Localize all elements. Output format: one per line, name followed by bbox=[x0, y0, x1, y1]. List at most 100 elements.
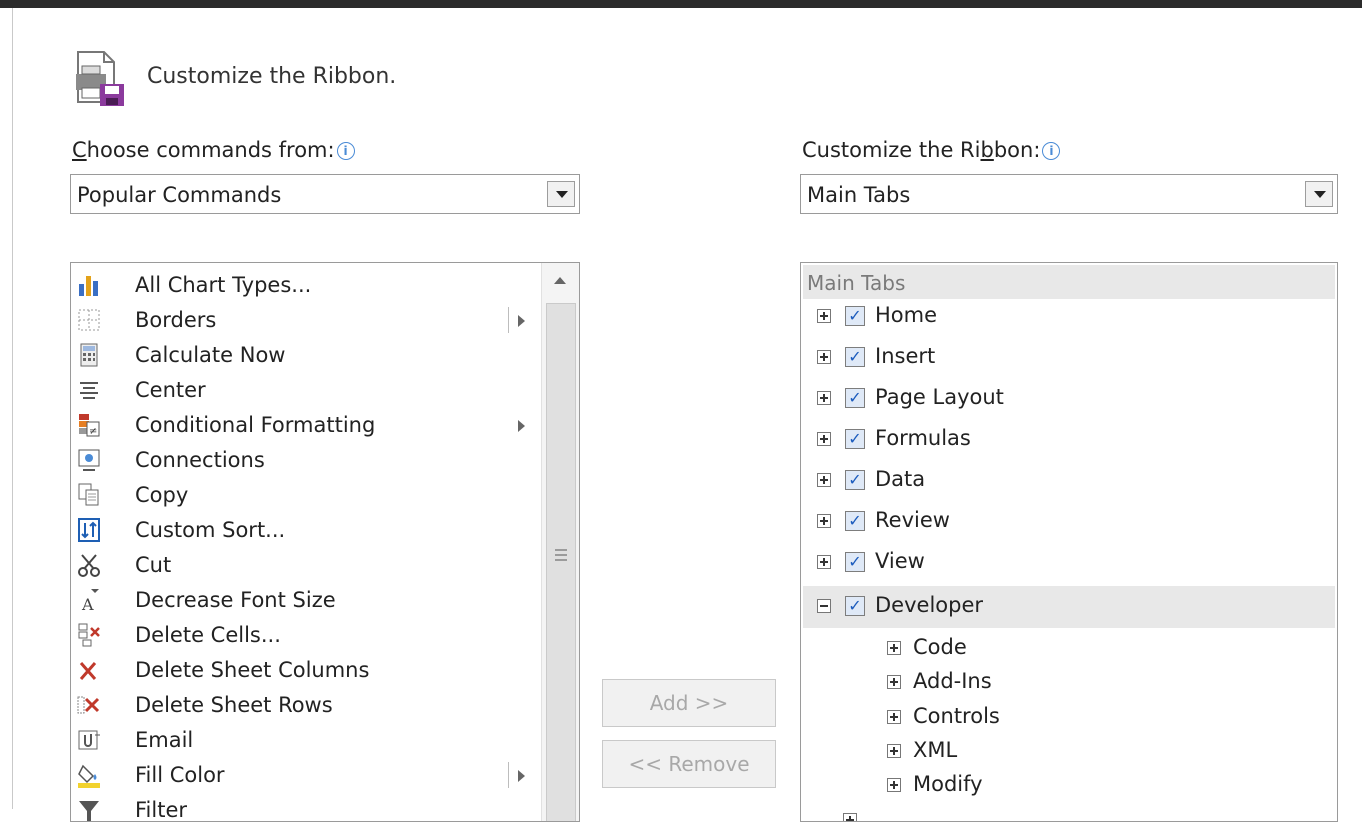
list-item[interactable]: Connections bbox=[73, 443, 541, 477]
choose-commands-dropdown[interactable]: Popular Commands bbox=[70, 174, 580, 214]
list-item-label: Custom Sort... bbox=[135, 518, 286, 542]
list-item-label: Conditional Formatting bbox=[135, 413, 376, 437]
list-item[interactable]: Center bbox=[73, 373, 541, 407]
commands-list[interactable]: All Chart Types... Borders Calculate Now… bbox=[70, 262, 580, 822]
tree-group-header: Main Tabs bbox=[803, 265, 1335, 299]
tree-item-developer[interactable]: ✓ Developer bbox=[803, 586, 1335, 628]
list-item-label: Calculate Now bbox=[135, 343, 286, 367]
delete-rows-icon bbox=[77, 696, 100, 714]
tree-subitem-controls[interactable]: Controls bbox=[803, 700, 1335, 738]
tree-item-insert[interactable]: ✓ Insert bbox=[803, 340, 1335, 378]
list-item-label: Filter bbox=[135, 798, 188, 822]
tree-item-formulas[interactable]: ✓ Formulas bbox=[803, 422, 1335, 460]
expand-plus-icon[interactable] bbox=[817, 391, 831, 405]
collapse-minus-icon[interactable] bbox=[817, 599, 831, 613]
commands-scrollbar[interactable] bbox=[541, 263, 579, 821]
dropdown-arrow-icon[interactable] bbox=[547, 181, 575, 207]
list-item[interactable]: ≠ Conditional Formatting bbox=[73, 408, 541, 442]
home-checkbox[interactable]: ✓ bbox=[845, 306, 865, 326]
fill-color-icon bbox=[78, 764, 100, 788]
delete-cells-icon bbox=[78, 623, 100, 647]
scroll-up-arrow-icon[interactable] bbox=[554, 277, 566, 284]
expand-plus-icon[interactable] bbox=[887, 744, 901, 758]
expand-plus-icon[interactable] bbox=[817, 432, 831, 446]
list-item-label: Center bbox=[135, 378, 206, 402]
list-item[interactable]: Filter bbox=[73, 793, 541, 822]
email-icon bbox=[78, 730, 100, 750]
page-layout-checkbox[interactable]: ✓ bbox=[845, 388, 865, 408]
info-icon[interactable]: i bbox=[336, 142, 355, 160]
filter-icon bbox=[79, 801, 99, 821]
list-item[interactable]: Email bbox=[73, 723, 541, 757]
ribbon-tabs-tree[interactable]: Main Tabs ✓ Home ✓ Insert ✓ Page Layout … bbox=[800, 262, 1338, 822]
tree-subitem-xml[interactable]: XML bbox=[803, 734, 1335, 772]
remove-button[interactable]: << Remove bbox=[602, 740, 776, 788]
tree-subitem-add-ins[interactable]: Add-Ins bbox=[803, 665, 1335, 703]
dropdown-arrow-icon[interactable] bbox=[1305, 181, 1333, 207]
submenu-arrow-icon[interactable] bbox=[518, 770, 525, 782]
submenu-arrow-icon[interactable] bbox=[518, 420, 525, 432]
list-item[interactable]: Custom Sort... bbox=[73, 513, 541, 547]
list-item-label: Copy bbox=[135, 483, 189, 507]
data-checkbox[interactable]: ✓ bbox=[845, 470, 865, 490]
list-item-label: Delete Sheet Columns bbox=[135, 658, 370, 682]
choose-commands-value: Popular Commands bbox=[77, 183, 282, 207]
list-item-label: Fill Color bbox=[135, 763, 225, 787]
calculator-icon bbox=[80, 343, 98, 367]
list-item-label: Decrease Font Size bbox=[135, 588, 336, 612]
list-item[interactable]: Delete Sheet Columns bbox=[73, 653, 541, 687]
panel-left-edge bbox=[12, 8, 13, 809]
copy-icon bbox=[78, 483, 99, 506]
list-item[interactable]: Cut bbox=[73, 548, 541, 582]
customize-ribbon-dropdown[interactable]: Main Tabs bbox=[800, 174, 1338, 214]
view-checkbox[interactable]: ✓ bbox=[845, 552, 865, 572]
sort-icon bbox=[78, 518, 100, 542]
list-item[interactable]: Delete Sheet Rows bbox=[73, 688, 541, 722]
list-item-label: Delete Cells... bbox=[135, 623, 281, 647]
review-checkbox[interactable]: ✓ bbox=[845, 511, 865, 531]
expand-plus-icon[interactable] bbox=[887, 641, 901, 655]
add-button[interactable]: Add >> bbox=[602, 679, 776, 727]
chart-icon bbox=[79, 276, 98, 296]
delete-columns-icon bbox=[79, 662, 97, 680]
tree-item-data[interactable]: ✓ Data bbox=[803, 463, 1335, 501]
tree-subitem-code[interactable]: Code bbox=[803, 631, 1335, 669]
expand-plus-icon[interactable] bbox=[887, 710, 901, 724]
tree-item-view[interactable]: ✓ View bbox=[803, 545, 1335, 583]
expand-plus-icon[interactable] bbox=[887, 675, 901, 689]
svg-text:≠: ≠ bbox=[89, 426, 97, 437]
scroll-thumb[interactable] bbox=[546, 303, 576, 821]
info-icon[interactable]: i bbox=[1042, 142, 1061, 160]
customize-ribbon-label: Customize the Ribbon: i bbox=[802, 138, 1061, 162]
expand-plus-icon[interactable] bbox=[817, 555, 831, 569]
tree-item-page-layout[interactable]: ✓ Page Layout bbox=[803, 381, 1335, 419]
list-item-label: Borders bbox=[135, 308, 217, 332]
list-item[interactable]: Borders bbox=[73, 303, 541, 337]
page-title: Customize the Ribbon. bbox=[147, 64, 397, 89]
center-align-icon bbox=[80, 382, 98, 399]
list-item[interactable]: A Decrease Font Size bbox=[73, 583, 541, 617]
customize-ribbon-value: Main Tabs bbox=[807, 183, 911, 207]
formulas-checkbox[interactable]: ✓ bbox=[845, 429, 865, 449]
list-item[interactable]: Calculate Now bbox=[73, 338, 541, 372]
list-item[interactable]: Copy bbox=[73, 478, 541, 512]
list-item[interactable]: Fill Color bbox=[73, 758, 541, 792]
svg-text:A: A bbox=[81, 595, 94, 613]
tree-item-next[interactable] bbox=[803, 803, 1335, 821]
borders-icon bbox=[78, 309, 100, 331]
expand-plus-icon[interactable] bbox=[817, 514, 831, 528]
submenu-arrow-icon[interactable] bbox=[518, 315, 525, 327]
insert-checkbox[interactable]: ✓ bbox=[845, 347, 865, 367]
expand-plus-icon[interactable] bbox=[843, 813, 857, 821]
expand-plus-icon[interactable] bbox=[817, 473, 831, 487]
list-item[interactable]: Delete Cells... bbox=[73, 618, 541, 652]
tree-item-home[interactable]: ✓ Home bbox=[803, 299, 1335, 337]
choose-commands-label: Choose commands from: i bbox=[72, 138, 355, 162]
expand-plus-icon[interactable] bbox=[817, 309, 831, 323]
expand-plus-icon[interactable] bbox=[817, 350, 831, 364]
expand-plus-icon[interactable] bbox=[887, 778, 901, 792]
list-item[interactable]: All Chart Types... bbox=[73, 268, 541, 302]
developer-checkbox[interactable]: ✓ bbox=[845, 596, 865, 616]
tree-subitem-modify[interactable]: Modify bbox=[803, 768, 1335, 806]
tree-item-review[interactable]: ✓ Review bbox=[803, 504, 1335, 542]
